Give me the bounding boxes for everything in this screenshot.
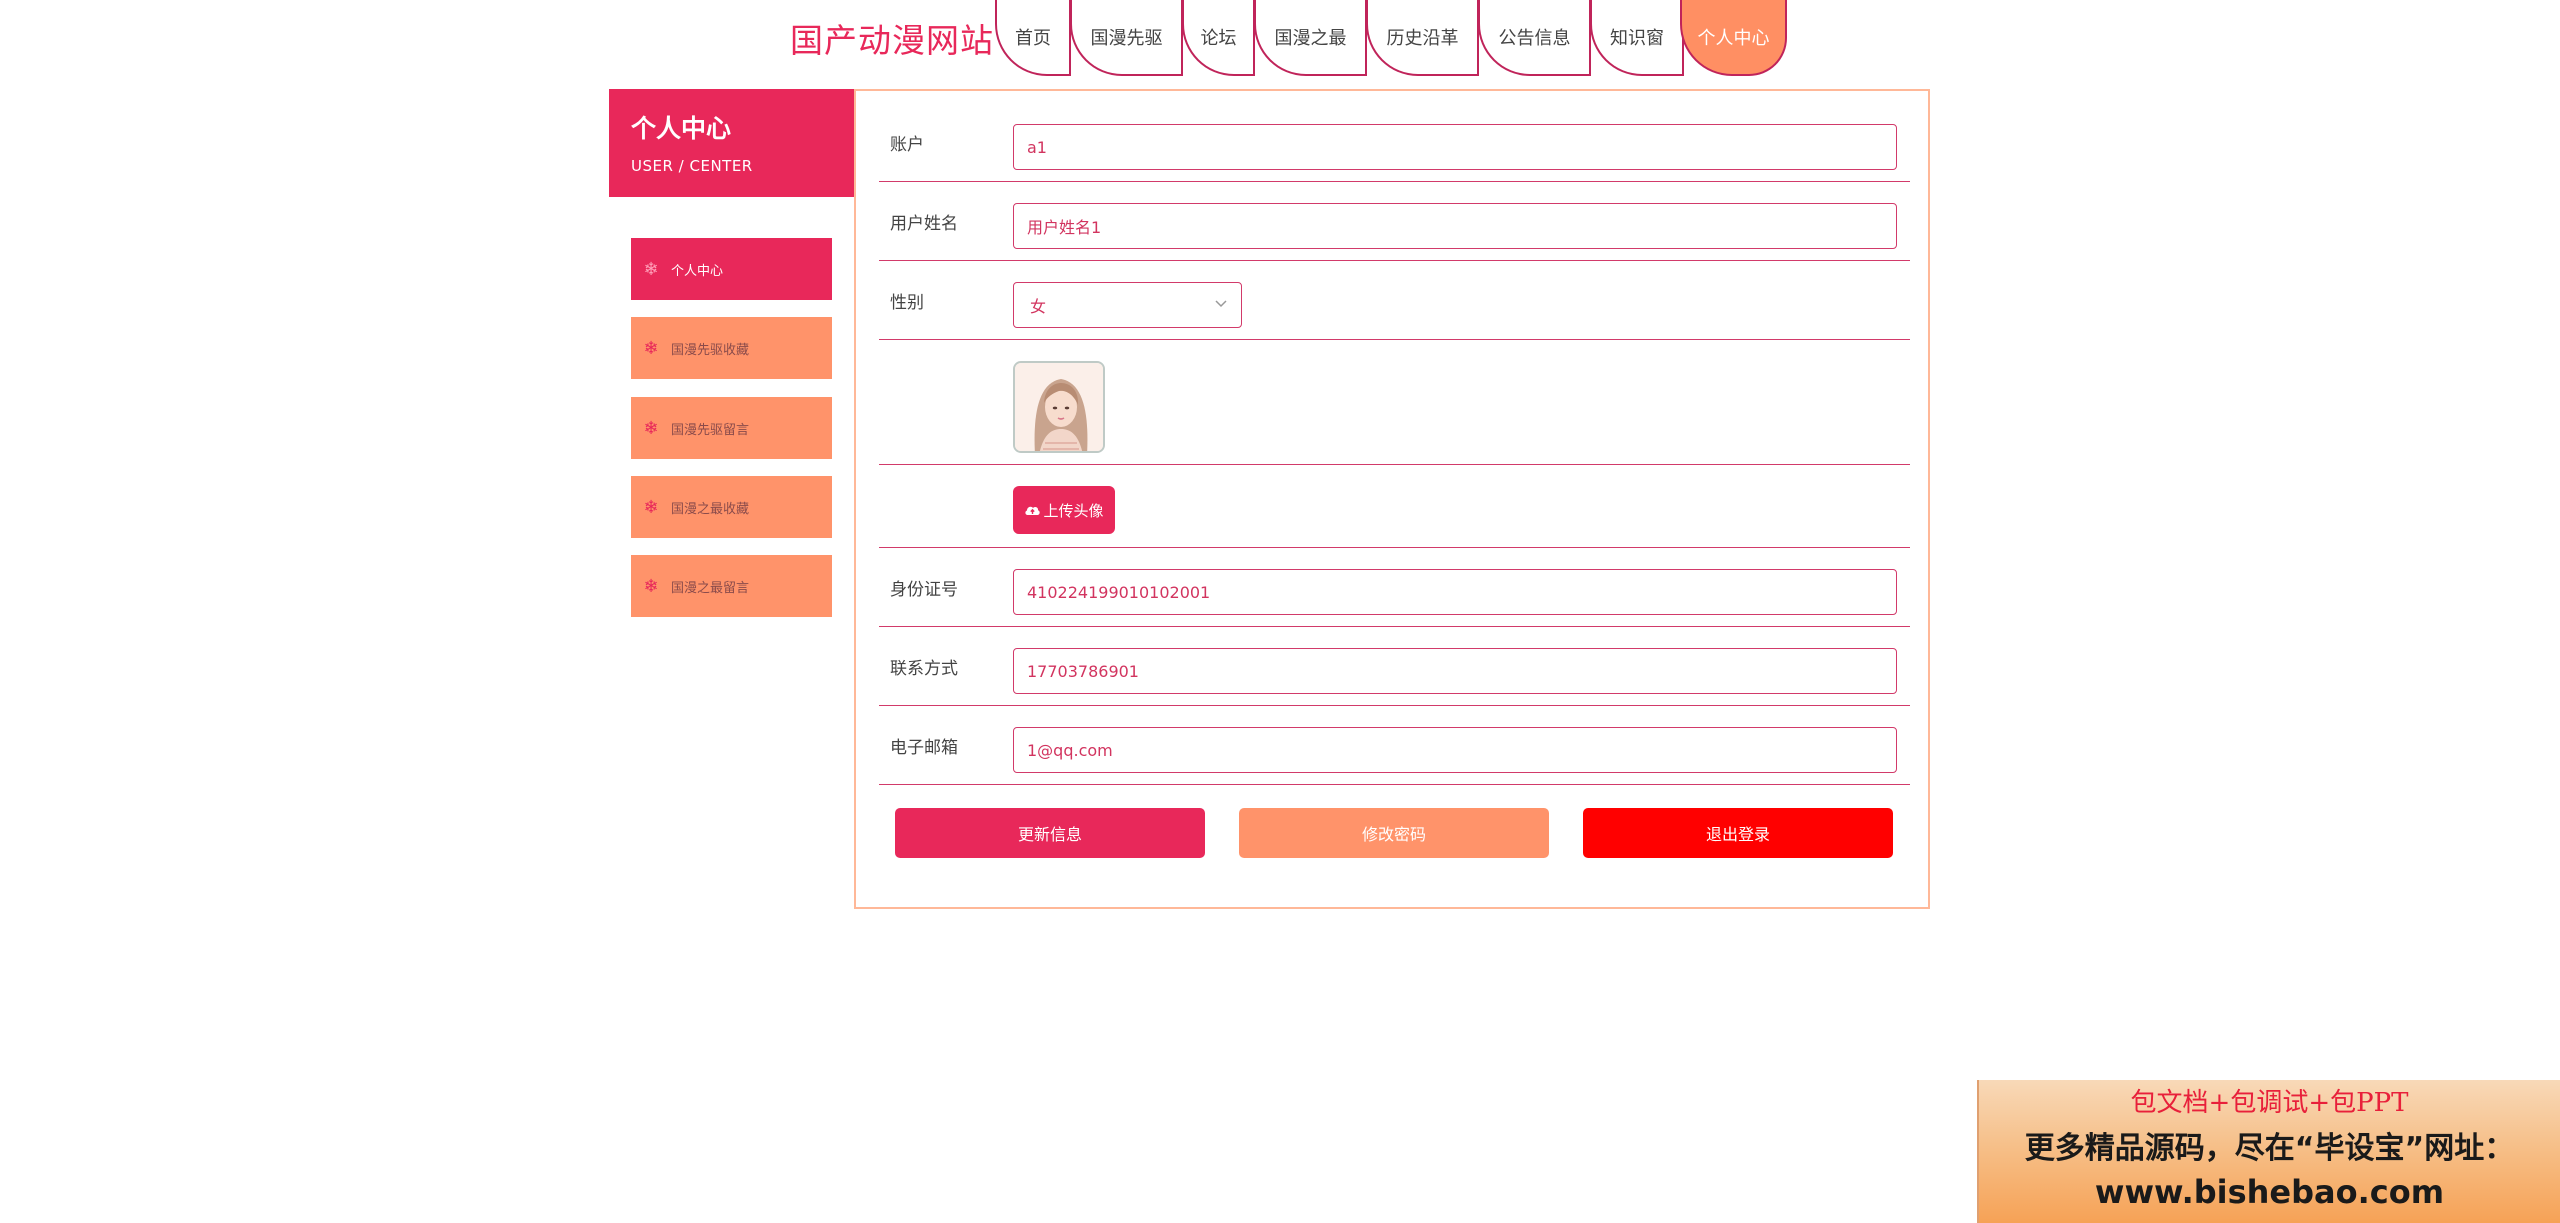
- form-row-email: 电子邮箱 1@qq.com: [879, 706, 1910, 785]
- form-row-avatar: [879, 340, 1910, 465]
- sidebar-item-label: 国漫先驱收藏: [671, 342, 750, 358]
- account-label: 账户: [890, 135, 924, 155]
- cloud-upload-icon: [1025, 506, 1041, 515]
- id-number-input[interactable]: 410224199010102001: [1013, 569, 1897, 615]
- sidebar-item-pioneer-favorites[interactable]: ❄ 国漫先驱收藏: [631, 317, 832, 379]
- nav-item-pioneers[interactable]: 国漫先驱: [1070, 0, 1183, 76]
- sidebar-item-label: 国漫之最留言: [671, 580, 750, 596]
- sidebar-item-label: 个人中心: [671, 263, 724, 279]
- username-input[interactable]: 用户姓名1: [1013, 203, 1897, 249]
- sidebar-item-label: 国漫之最收藏: [671, 501, 750, 517]
- nav-item-forum[interactable]: 论坛: [1182, 0, 1255, 76]
- upload-avatar-label: 上传头像: [1043, 501, 1104, 520]
- promo-line-1: 包文档+包调试+包PPT: [2130, 1088, 2409, 1118]
- nav-item-notices[interactable]: 公告信息: [1478, 0, 1591, 76]
- phone-label: 联系方式: [890, 659, 958, 679]
- username-label: 用户姓名: [890, 214, 958, 234]
- promo-line-2: 更多精品源码，尽在“毕设宝”网址：: [2024, 1131, 2515, 1166]
- form-row-upload: 上传头像: [879, 465, 1910, 548]
- promo-banner: 包文档+包调试+包PPT 更多精品源码，尽在“毕设宝”网址： www.bishe…: [1977, 1080, 2560, 1223]
- sidebar-item-pioneer-comments[interactable]: ❄ 国漫先驱留言: [631, 397, 832, 459]
- id-number-label: 身份证号: [890, 580, 958, 600]
- logout-button[interactable]: 退出登录: [1583, 808, 1893, 858]
- avatar-illustration: [1015, 363, 1103, 451]
- snowflake-icon: ❄: [643, 496, 659, 518]
- email-input[interactable]: 1@qq.com: [1013, 727, 1897, 773]
- form-row-account: 账户 a1: [879, 91, 1910, 182]
- account-input[interactable]: a1: [1013, 124, 1897, 170]
- upload-avatar-button[interactable]: 上传头像: [1013, 486, 1115, 534]
- snowflake-icon: ❄: [643, 337, 659, 359]
- nav-item-home[interactable]: 首页: [995, 0, 1071, 76]
- snowflake-icon: ❄: [643, 575, 659, 597]
- avatar-image: [1013, 361, 1105, 453]
- promo-url: www.bishebao.com: [2094, 1173, 2445, 1211]
- profile-form-panel: 账户 a1 用户姓名 用户姓名1 性别 女 上传头像 身份证号 41022419…: [854, 89, 1930, 909]
- sidebar-item-label: 国漫先驱留言: [671, 422, 750, 438]
- phone-input[interactable]: 17703786901: [1013, 648, 1897, 694]
- sidebar-subtitle: USER / CENTER: [631, 157, 753, 175]
- nav-item-best[interactable]: 国漫之最: [1254, 0, 1367, 76]
- form-row-id-number: 身份证号 410224199010102001: [879, 548, 1910, 627]
- sidebar-item-best-favorites[interactable]: ❄ 国漫之最收藏: [631, 476, 832, 538]
- site-title: 国产动漫网站: [790, 21, 994, 60]
- gender-select[interactable]: 女: [1013, 282, 1242, 328]
- gender-label: 性别: [890, 293, 924, 313]
- update-info-button[interactable]: 更新信息: [895, 808, 1205, 858]
- sidebar-item-best-comments[interactable]: ❄ 国漫之最留言: [631, 555, 832, 617]
- gender-select-value: 女: [1030, 297, 1047, 316]
- snowflake-icon: ❄: [643, 417, 659, 439]
- chevron-down-icon: [1215, 300, 1227, 308]
- nav-item-history[interactable]: 历史沿革: [1366, 0, 1479, 76]
- snowflake-icon: ❄: [643, 258, 659, 280]
- sidebar-header: 个人中心 USER / CENTER: [609, 89, 854, 197]
- change-password-button[interactable]: 修改密码: [1239, 808, 1549, 858]
- nav-item-knowledge[interactable]: 知识窗: [1590, 0, 1684, 76]
- sidebar-item-user-center[interactable]: ❄ 个人中心: [631, 238, 832, 300]
- email-label: 电子邮箱: [890, 738, 958, 758]
- form-row-gender: 性别 女: [879, 261, 1910, 340]
- form-row-username: 用户姓名 用户姓名1: [879, 182, 1910, 261]
- sidebar-title: 个人中心: [631, 114, 732, 143]
- form-row-phone: 联系方式 17703786901: [879, 627, 1910, 706]
- nav-item-user-center[interactable]: 个人中心: [1680, 0, 1787, 76]
